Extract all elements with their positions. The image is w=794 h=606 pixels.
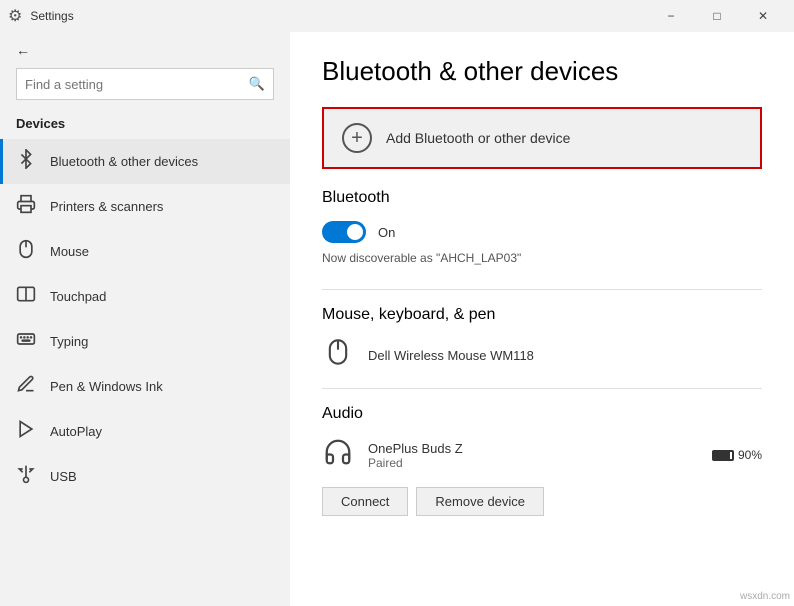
- sidebar-item-label-typing: Typing: [50, 334, 88, 349]
- bluetooth-toggle-label: On: [378, 225, 395, 240]
- sidebar-item-pen[interactable]: Pen & Windows Ink: [0, 364, 290, 409]
- titlebar-title: Settings: [30, 9, 73, 23]
- sidebar-item-label-mouse: Mouse: [50, 244, 89, 259]
- pen-icon: [16, 374, 36, 399]
- audio-heading: Audio: [322, 405, 762, 423]
- device-item-mouse: Dell Wireless Mouse WM118: [322, 338, 762, 372]
- mouse-device-name: Dell Wireless Mouse WM118: [368, 348, 762, 363]
- search-input[interactable]: [25, 77, 243, 92]
- sidebar-item-label-usb: USB: [50, 469, 77, 484]
- sidebar-item-mouse[interactable]: Mouse: [0, 229, 290, 274]
- typing-icon: [16, 329, 36, 354]
- minimize-button[interactable]: −: [648, 0, 694, 32]
- bluetooth-section: Bluetooth On Now discoverable as "AHCH_L…: [322, 189, 762, 265]
- action-buttons: Connect Remove device: [322, 487, 762, 516]
- content-area: Bluetooth & other devices + Add Bluetoot…: [290, 32, 794, 606]
- sidebar-item-autoplay[interactable]: AutoPlay: [0, 409, 290, 454]
- back-arrow-icon: ←: [16, 42, 30, 58]
- page-title: Bluetooth & other devices: [322, 56, 762, 87]
- plus-icon: +: [342, 123, 372, 153]
- titlebar-controls: − □ ✕: [648, 0, 786, 32]
- titlebar: ⚙ Settings − □ ✕: [0, 0, 794, 32]
- add-device-button[interactable]: + Add Bluetooth or other device: [322, 107, 762, 169]
- mouse-keyboard-heading: Mouse, keyboard, & pen: [322, 306, 762, 324]
- mouse-icon: [16, 239, 36, 264]
- battery-percentage: 90%: [738, 448, 762, 462]
- mouse-device-info: Dell Wireless Mouse WM118: [368, 348, 762, 363]
- app-body: ← 🔍 Devices Bluetooth & other devices Pr…: [0, 32, 794, 606]
- search-box[interactable]: 🔍: [16, 68, 274, 100]
- sidebar-item-touchpad[interactable]: Touchpad: [0, 274, 290, 319]
- titlebar-left: ⚙ Settings: [8, 6, 648, 26]
- autoplay-icon: [16, 419, 36, 444]
- close-button[interactable]: ✕: [740, 0, 786, 32]
- sidebar-item-typing[interactable]: Typing: [0, 319, 290, 364]
- bluetooth-heading: Bluetooth: [322, 189, 762, 207]
- mouse-device-icon: [322, 338, 354, 372]
- divider-1: [322, 289, 762, 290]
- buds-battery: 90%: [712, 448, 762, 462]
- connect-button[interactable]: Connect: [322, 487, 408, 516]
- buds-device-sub: Paired: [368, 456, 698, 470]
- sidebar-item-label-pen: Pen & Windows Ink: [50, 379, 163, 394]
- sidebar-item-label-autoplay: AutoPlay: [50, 424, 102, 439]
- sidebar-item-label-bluetooth: Bluetooth & other devices: [50, 154, 198, 169]
- sidebar-section-label: Devices: [0, 112, 290, 139]
- battery-icon: [712, 450, 734, 461]
- watermark: wsxdn.com: [740, 591, 790, 602]
- bluetooth-icon: [16, 149, 36, 174]
- sidebar-item-usb[interactable]: USB: [0, 454, 290, 499]
- sidebar-item-printers[interactable]: Printers & scanners: [0, 184, 290, 229]
- touchpad-icon: [16, 284, 36, 309]
- settings-icon: ⚙: [8, 6, 22, 26]
- divider-2: [322, 388, 762, 389]
- audio-section: Audio OnePlus Buds Z Paired: [322, 405, 762, 516]
- usb-icon: [16, 464, 36, 489]
- add-device-label: Add Bluetooth or other device: [386, 130, 570, 146]
- mouse-keyboard-section: Mouse, keyboard, & pen Dell Wireless Mou…: [322, 306, 762, 372]
- sidebar-item-label-touchpad: Touchpad: [50, 289, 106, 304]
- sidebar-item-label-printers: Printers & scanners: [50, 199, 163, 214]
- printer-icon: [16, 194, 36, 219]
- search-icon: 🔍: [249, 76, 265, 92]
- bluetooth-toggle-row: On: [322, 221, 762, 243]
- maximize-button[interactable]: □: [694, 0, 740, 32]
- sidebar: ← 🔍 Devices Bluetooth & other devices Pr…: [0, 32, 290, 606]
- device-item-buds: OnePlus Buds Z Paired 90%: [322, 437, 762, 473]
- headphone-device-icon: [322, 437, 354, 473]
- bluetooth-toggle[interactable]: [322, 221, 366, 243]
- buds-device-name: OnePlus Buds Z: [368, 441, 698, 456]
- buds-device-info: OnePlus Buds Z Paired: [368, 441, 698, 470]
- toggle-knob: [347, 224, 363, 240]
- sidebar-item-bluetooth[interactable]: Bluetooth & other devices: [0, 139, 290, 184]
- discoverable-text: Now discoverable as "AHCH_LAP03": [322, 251, 762, 265]
- remove-device-button[interactable]: Remove device: [416, 487, 544, 516]
- back-button[interactable]: ←: [0, 36, 290, 64]
